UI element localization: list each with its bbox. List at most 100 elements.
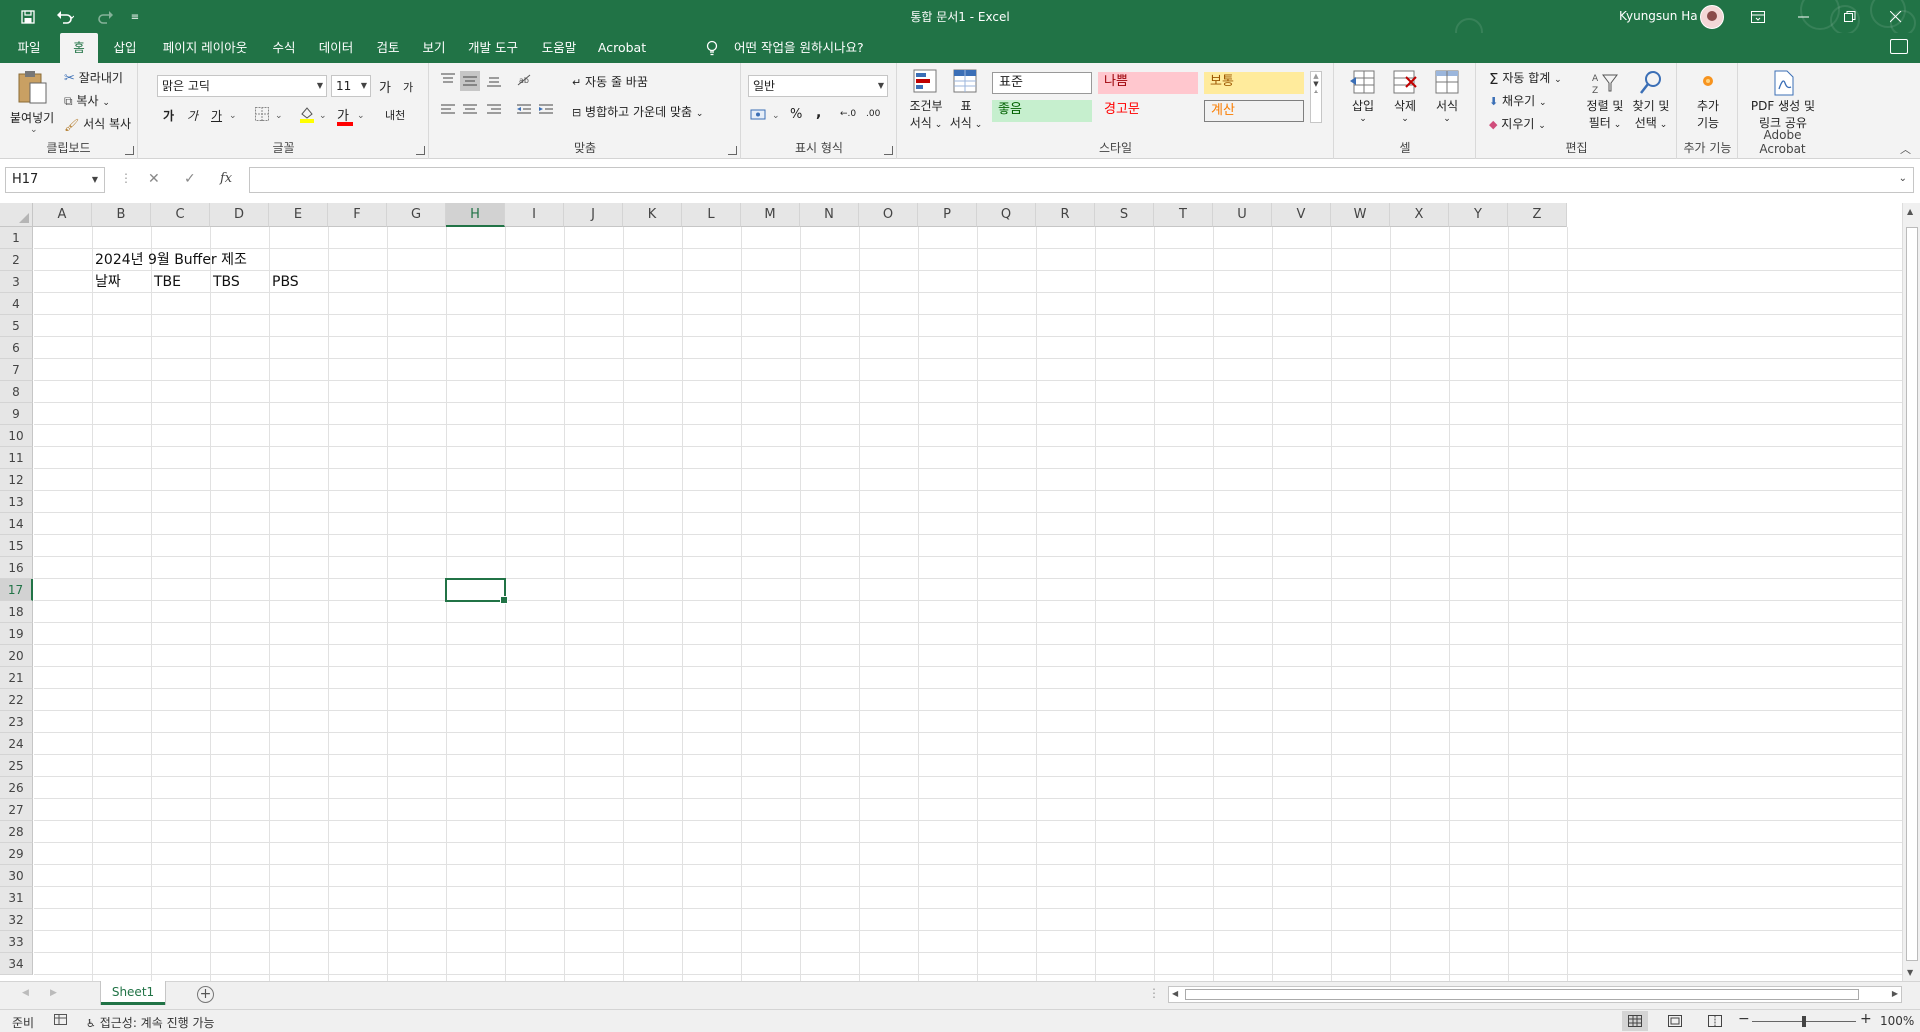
- horizontal-scrollbar[interactable]: ◀ ▶: [1168, 986, 1902, 1003]
- row-header-21[interactable]: 21: [0, 667, 33, 689]
- column-header-e[interactable]: E: [269, 203, 328, 227]
- row-header-11[interactable]: 11: [0, 447, 33, 469]
- column-header-q[interactable]: Q: [977, 203, 1036, 227]
- row-header-3[interactable]: 3: [0, 271, 33, 293]
- increase-decimal-button[interactable]: ←.0: [840, 109, 856, 119]
- style-warning[interactable]: 경고문: [1098, 100, 1198, 122]
- row-header-19[interactable]: 19: [0, 623, 33, 645]
- align-right-icon[interactable]: [486, 103, 502, 120]
- row-header-30[interactable]: 30: [0, 865, 33, 887]
- column-header-j[interactable]: J: [564, 203, 623, 227]
- italic-button[interactable]: 가: [187, 107, 198, 124]
- row-header-2[interactable]: 2: [0, 249, 33, 271]
- vertical-scrollbar[interactable]: ▲ ▼: [1902, 203, 1920, 981]
- number-format-select[interactable]: 일반 ▼: [748, 75, 888, 97]
- minimize-icon[interactable]: [1781, 0, 1827, 33]
- font-size-select[interactable]: 11 ▼: [331, 75, 371, 97]
- tab-split-icon[interactable]: ⋮: [1148, 986, 1160, 1000]
- column-header-t[interactable]: T: [1154, 203, 1213, 227]
- column-header-z[interactable]: Z: [1508, 203, 1567, 227]
- create-pdf-button[interactable]: PDF 생성 및 링크 공유: [1743, 69, 1823, 131]
- cell-b3[interactable]: 날짜: [92, 271, 121, 293]
- fill-color-icon[interactable]: [299, 105, 315, 126]
- ribbon-display-icon[interactable]: [1735, 0, 1781, 33]
- scroll-down-icon[interactable]: ▼: [1907, 968, 1913, 977]
- row-header-27[interactable]: 27: [0, 799, 33, 821]
- formula-input[interactable]: ⌄: [249, 167, 1914, 193]
- prev-sheet-icon[interactable]: ◀: [22, 988, 29, 998]
- column-header-s[interactable]: S: [1095, 203, 1154, 227]
- font-color-button[interactable]: 가: [337, 105, 353, 126]
- wrap-text-button[interactable]: ↵ 자동 줄 바꿈: [572, 73, 648, 90]
- font-name-select[interactable]: 맑은 고딕 ▼: [157, 75, 327, 97]
- close-icon[interactable]: [1873, 0, 1919, 33]
- tab-home[interactable]: 홈: [60, 33, 98, 63]
- column-header-g[interactable]: G: [387, 203, 446, 227]
- column-header-v[interactable]: V: [1272, 203, 1331, 227]
- orientation-icon[interactable]: ab: [516, 73, 538, 90]
- paste-button[interactable]: 붙여넣기 ⌄: [8, 69, 58, 141]
- column-header-d[interactable]: D: [210, 203, 269, 227]
- sheet-tab[interactable]: Sheet1: [101, 981, 165, 1005]
- column-header-a[interactable]: A: [33, 203, 92, 227]
- column-header-n[interactable]: N: [800, 203, 859, 227]
- column-header-m[interactable]: M: [741, 203, 800, 227]
- cell-d3[interactable]: TBS: [210, 271, 240, 293]
- sort-filter-button[interactable]: AZ 정렬 및 필터 ⌄: [1583, 69, 1627, 131]
- row-header-24[interactable]: 24: [0, 733, 33, 755]
- tab-help[interactable]: 도움말: [532, 33, 586, 63]
- number-launcher-icon[interactable]: [884, 146, 893, 155]
- conditional-formatting-button[interactable]: 조건부 서식 ⌄: [906, 69, 946, 145]
- comments-icon[interactable]: [1890, 39, 1908, 54]
- next-sheet-icon[interactable]: ▶: [50, 988, 57, 998]
- clipboard-launcher-icon[interactable]: [125, 146, 134, 155]
- increase-indent-icon[interactable]: [538, 103, 554, 120]
- tab-file[interactable]: 파일: [4, 33, 54, 63]
- style-normal[interactable]: 표준: [992, 72, 1092, 94]
- column-header-c[interactable]: C: [151, 203, 210, 227]
- styles-gallery-scroll[interactable]: ▲ ▼ ⩡: [1310, 71, 1322, 123]
- add-sheet-icon[interactable]: +: [197, 986, 214, 1003]
- scroll-right-icon[interactable]: ▶: [1892, 989, 1898, 998]
- align-center-icon[interactable]: [462, 103, 478, 120]
- scroll-up-icon[interactable]: ▲: [1907, 207, 1913, 216]
- worksheet-grid[interactable]: ABCDEFGHIJKLMNOPQRSTUVWXYZ 1 2 3 4 5 6 7 8 9 10 11…: [0, 203, 1920, 981]
- row-header-31[interactable]: 31: [0, 887, 33, 909]
- row-header-6[interactable]: 6: [0, 337, 33, 359]
- delete-cells-button[interactable]: 삭제 ⌄: [1387, 69, 1423, 124]
- cut-button[interactable]: ✂ 잘라내기: [64, 69, 123, 86]
- macro-record-icon[interactable]: [54, 1014, 68, 1029]
- autosum-button[interactable]: Σ 자동 합계 ⌄: [1489, 69, 1562, 88]
- column-header-r[interactable]: R: [1036, 203, 1095, 227]
- zoom-level[interactable]: 100%: [1880, 1014, 1914, 1028]
- tab-view[interactable]: 보기: [414, 33, 454, 63]
- bold-button[interactable]: 가: [163, 107, 174, 124]
- format-as-table-button[interactable]: 표 서식 ⌄: [946, 69, 986, 145]
- vertical-scroll-thumb[interactable]: [1906, 227, 1918, 961]
- column-header-l[interactable]: L: [682, 203, 741, 227]
- column-header-b[interactable]: B: [92, 203, 151, 227]
- column-header-y[interactable]: Y: [1449, 203, 1508, 227]
- align-middle-icon[interactable]: [460, 71, 480, 91]
- row-header-12[interactable]: 12: [0, 469, 33, 491]
- page-break-view-icon[interactable]: [1702, 1011, 1728, 1031]
- collapse-ribbon-icon[interactable]: ︿: [1900, 141, 1911, 157]
- tab-formulas[interactable]: 수식: [264, 33, 304, 63]
- underline-button[interactable]: 가: [211, 107, 222, 124]
- column-header-w[interactable]: W: [1331, 203, 1390, 227]
- format-cells-button[interactable]: 서식 ⌄: [1429, 69, 1465, 124]
- cell-b2[interactable]: 2024년 9월 Buffer 제조: [92, 249, 247, 271]
- row-header-26[interactable]: 26: [0, 777, 33, 799]
- style-calculation[interactable]: 계산: [1204, 100, 1304, 122]
- zoom-in-button[interactable]: +: [1860, 1011, 1872, 1027]
- user-name[interactable]: Kyungsun Ha: [1619, 9, 1698, 23]
- zoom-out-button[interactable]: −: [1738, 1011, 1750, 1027]
- style-neutral[interactable]: 보통: [1204, 72, 1304, 94]
- row-header-25[interactable]: 25: [0, 755, 33, 777]
- phonetic-button[interactable]: 내천: [385, 107, 405, 123]
- borders-icon[interactable]: [255, 107, 269, 124]
- row-header-14[interactable]: 14: [0, 513, 33, 535]
- row-header-22[interactable]: 22: [0, 689, 33, 711]
- alignment-launcher-icon[interactable]: [728, 146, 737, 155]
- scroll-left-icon[interactable]: ◀: [1172, 989, 1178, 998]
